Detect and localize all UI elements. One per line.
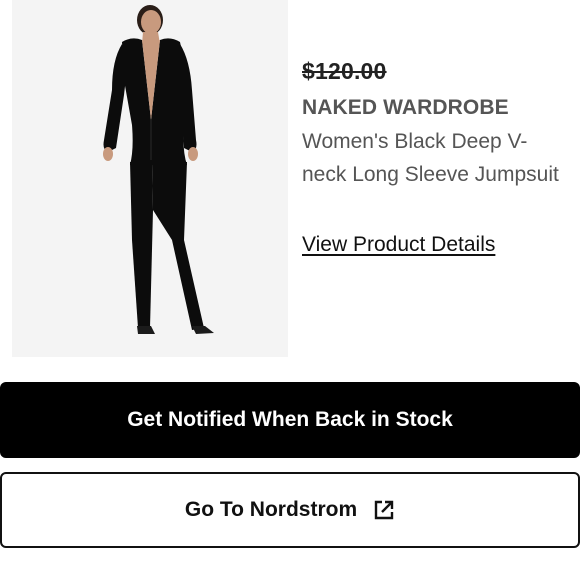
product-title: Women's Black Deep V-neck Long Sleeve Ju… [302,130,559,186]
notify-back-in-stock-button[interactable]: Get Notified When Back in Stock [0,382,580,458]
original-price: $120.00 [302,58,387,84]
external-link-icon [373,499,395,521]
product-info: $120.00 NAKED WARDROBE Women's Black Dee… [302,56,574,259]
view-product-details-link[interactable]: View Product Details [302,231,495,259]
nordstrom-button-label: Go To Nordstrom [184,498,358,521]
product-page: $120.00 NAKED WARDROBE Women's Black Dee… [0,0,580,580]
product-image[interactable] [12,0,288,357]
notify-button-label: Get Notified When Back in Stock [127,408,453,431]
jumpsuit-photo [12,0,288,357]
go-to-nordstrom-button[interactable]: Go To Nordstrom [0,472,580,548]
brand-name: NAKED WARDROBE [302,96,509,119]
